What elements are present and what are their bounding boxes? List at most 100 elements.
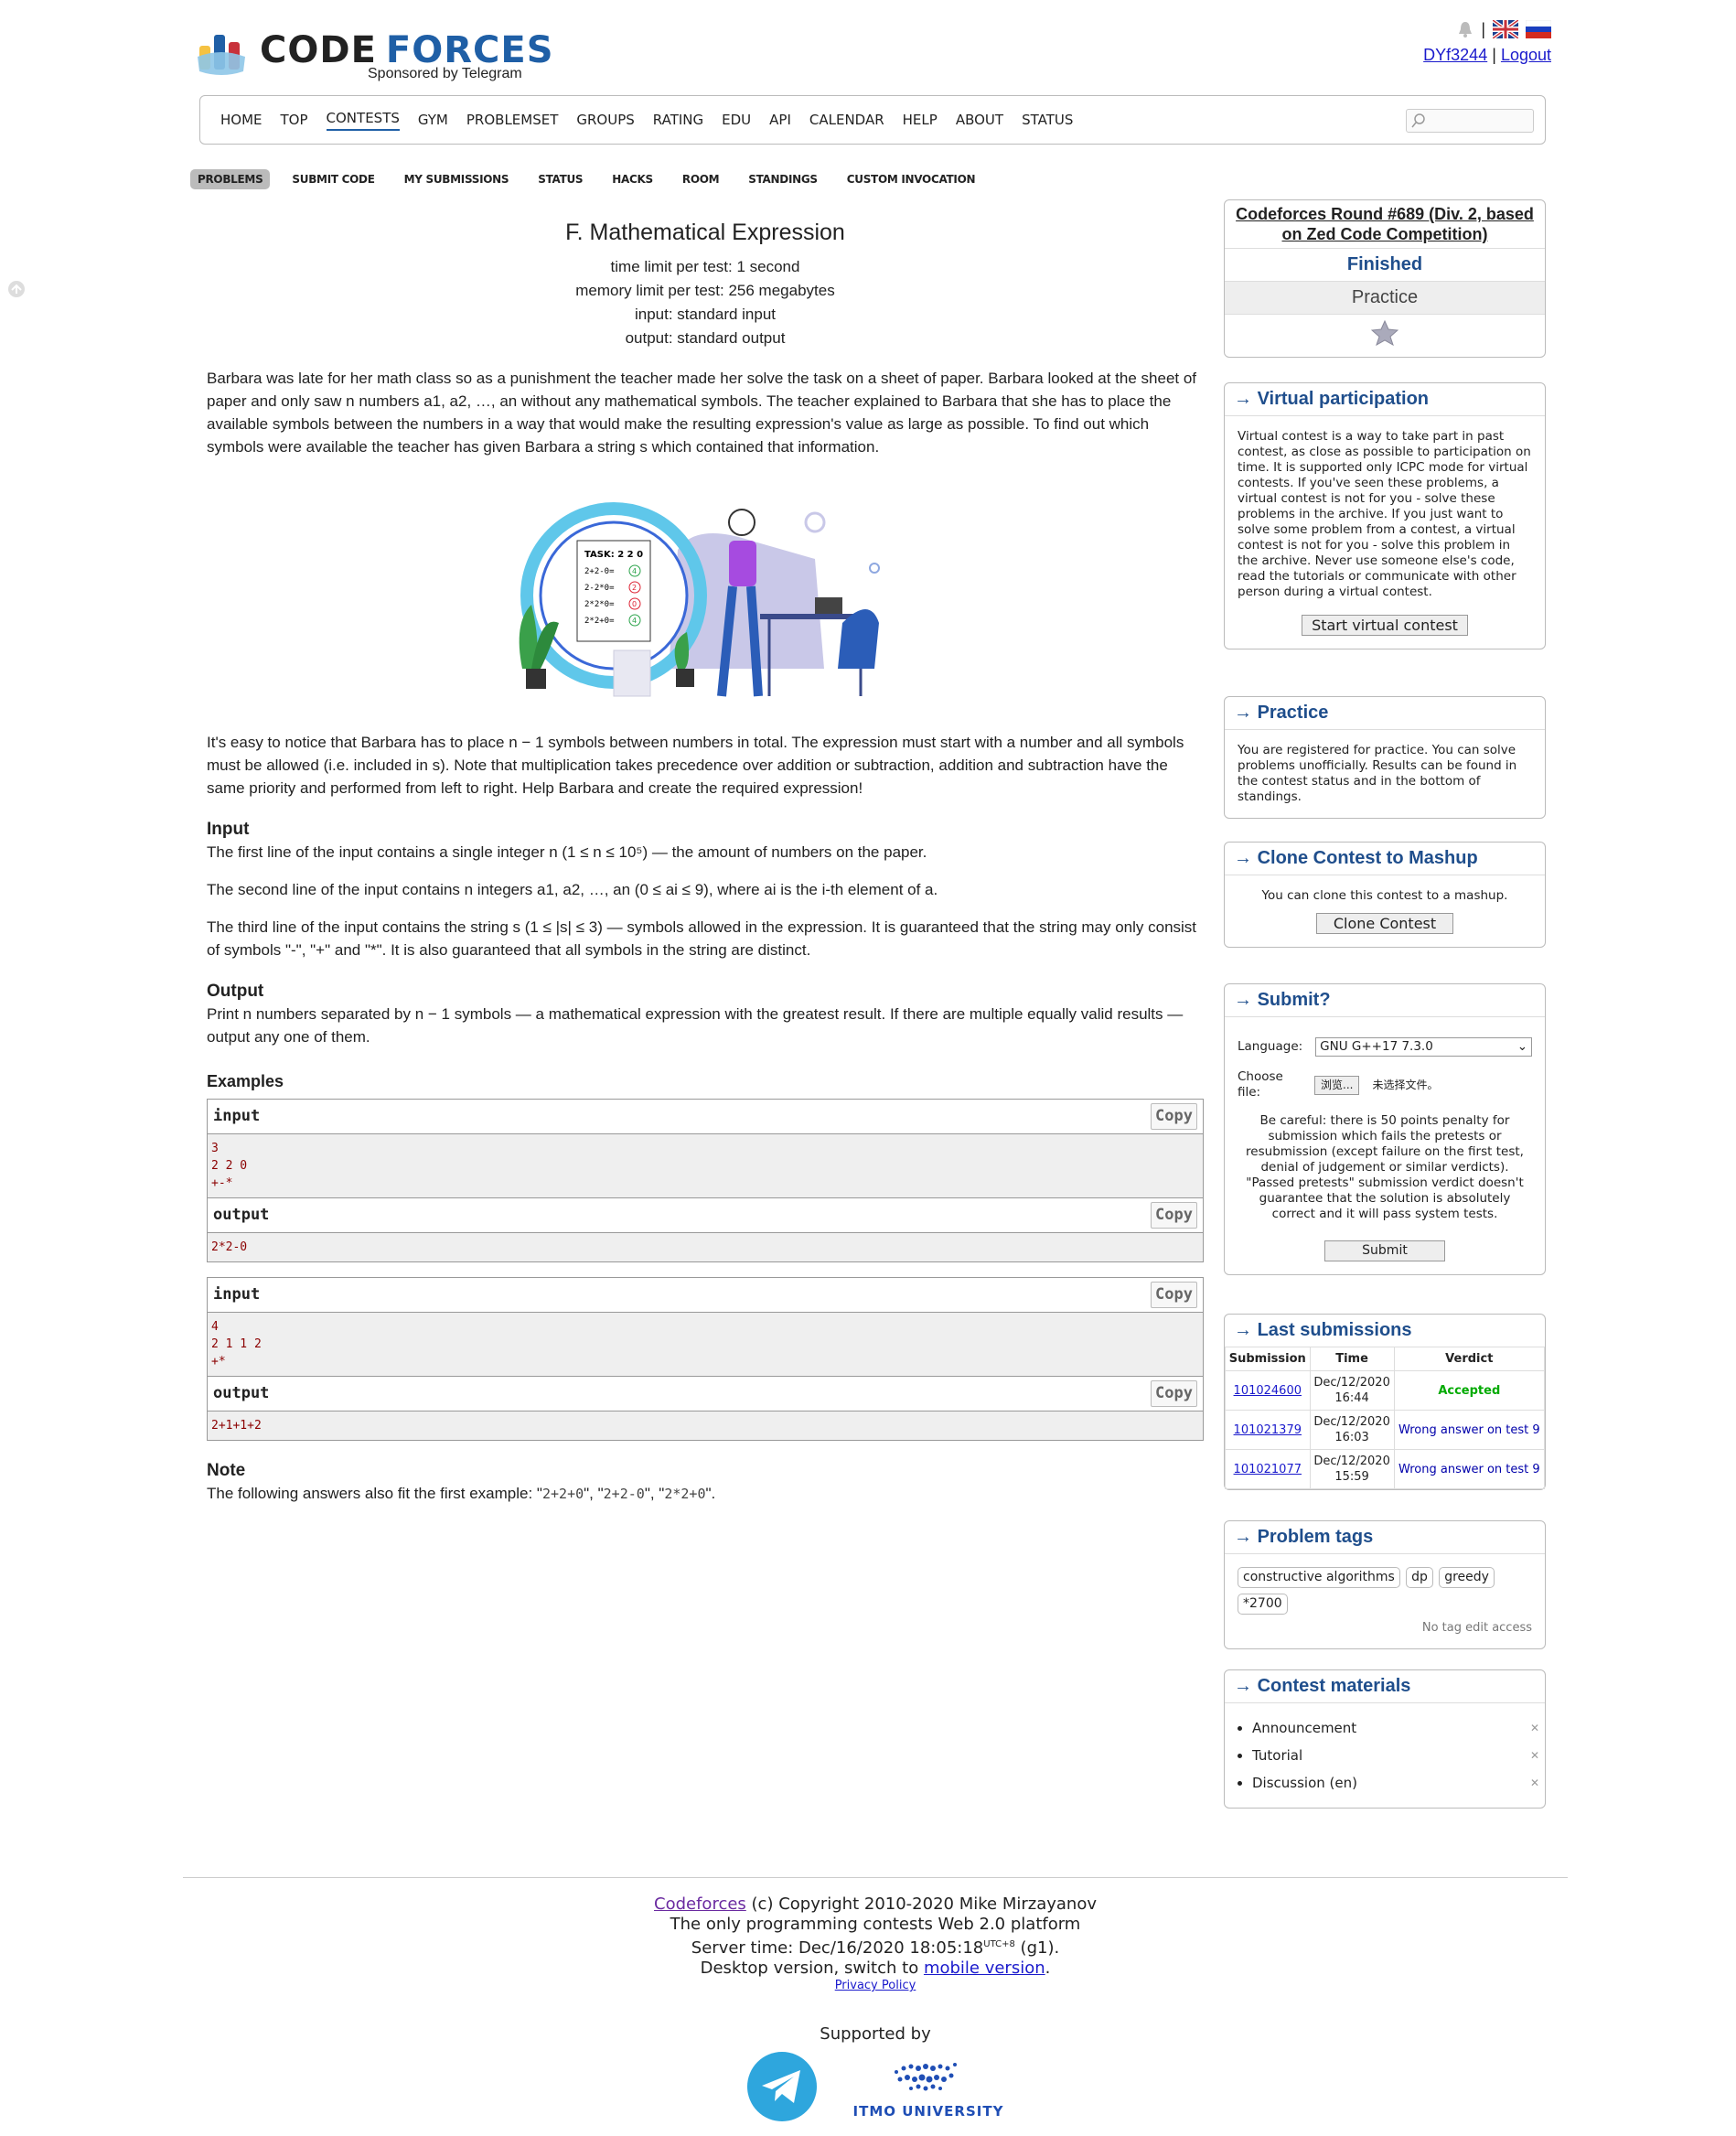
copy-button[interactable]: Copy [1151,1380,1197,1407]
submenu-room[interactable]: ROOM [675,169,726,189]
tag-greedy[interactable]: greedy [1439,1567,1495,1588]
menu-calendar[interactable]: CALENDAR [809,112,884,128]
chevron-down-icon: ⌄ [1516,1039,1527,1054]
example-output: 2*2-0 [208,1233,1203,1261]
virtual-participation-box: → Virtual participation Virtual contest … [1224,382,1546,649]
legend-paragraph-1: Barbara was late for her math class so a… [207,370,1197,456]
submenu-status[interactable]: STATUS [530,169,590,189]
tag-edit-note: No tag edit access [1421,1621,1532,1635]
logout-link[interactable]: Logout [1501,46,1551,64]
tag-difficulty[interactable]: *2700 [1238,1594,1288,1615]
example-output: 2+1+1+2 [208,1411,1203,1440]
round-name-link[interactable]: Codeforces Round #689 (Div. 2, based on … [1225,200,1545,248]
server-time: Server time: Dec/16/2020 18:05:18UTC+8 (… [691,1938,1060,1958]
search-icon [1411,113,1425,128]
bell-icon[interactable] [1457,20,1473,38]
close-icon: ✕ [1529,1722,1539,1734]
menu-edu[interactable]: EDU [722,112,751,128]
mobile-version-link[interactable]: mobile version [924,1959,1045,1978]
practice-caption: → Practice [1225,697,1545,730]
footer-codeforces-link[interactable]: Codeforces [654,1894,746,1914]
example-input: 4 2 1 1 2 +* [208,1313,1203,1377]
table-row: 101021077 Dec/12/2020 15:59 Wrong answer … [1225,1449,1546,1489]
legend-paragraph-2: It's easy to notice that Barbara has to … [207,734,1184,797]
material-item[interactable]: Discussion (en)✕ [1252,1775,1545,1791]
svg-text:2: 2 [632,584,637,592]
submit-button[interactable]: Submit [1324,1240,1445,1261]
footer: Codeforces (c) Copyright 2010-2020 Mike … [183,1877,1568,2121]
submission-link[interactable]: 101021077 [1234,1463,1302,1476]
svg-text:2*2+0=: 2*2+0= [584,617,615,626]
round-mode: Practice [1225,281,1545,314]
submenu-problems[interactable]: PROBLEMS [190,169,271,189]
example-2: input Copy 4 2 1 1 2 +* output Copy 2+1+1+… [207,1277,1204,1441]
menu-top[interactable]: TOP [281,112,308,128]
output-file: output: standard output [625,329,786,347]
main-menu: HOME TOP CONTESTS GYM PROBLEMSET GROUPS … [199,95,1546,145]
clone-contest-box: → Clone Contest to Mashup You can clone … [1224,842,1546,948]
submission-link[interactable]: 101024600 [1234,1384,1302,1398]
problem-statement: F. Mathematical Expression time limit pe… [207,210,1204,1506]
menu-home[interactable]: HOME [220,112,263,128]
practice-text: You are registered for practice. You can… [1238,743,1517,804]
menu-contests[interactable]: CONTESTS [326,110,400,131]
menu-api[interactable]: API [769,112,791,128]
start-virtual-contest-button[interactable]: Start virtual contest [1302,615,1468,636]
copy-button[interactable]: Copy [1151,1202,1197,1229]
english-flag-icon[interactable] [1493,20,1518,38]
star-icon[interactable] [1370,319,1399,347]
footer-tagline: The only programming contests Web 2.0 pl… [670,1915,1081,1934]
menu-help[interactable]: HELP [903,112,938,128]
copy-button[interactable]: Copy [1151,1103,1197,1130]
submenu-submit-code[interactable]: SUBMIT CODE [284,169,381,189]
menu-groups[interactable]: GROUPS [576,112,634,128]
example-output-label: output [213,1206,270,1224]
menu-rating[interactable]: RATING [653,112,703,128]
username-link[interactable]: DYf3244 [1423,46,1487,64]
submenu-standings[interactable]: STANDINGS [741,169,825,189]
codeforces-logo[interactable]: CODE FORCES Sponsored by Telegram [198,26,553,90]
submission-link[interactable]: 101021379 [1234,1423,1302,1437]
menu-problemset[interactable]: PROBLEMSET [466,112,559,128]
illustration-task: TASK: 2 2 0 [584,550,643,560]
tag-dp[interactable]: dp [1406,1567,1433,1588]
clone-text: You can clone this contest to a mashup. [1261,888,1508,903]
material-item[interactable]: Tutorial✕ [1252,1747,1545,1764]
round-status: Finished [1225,248,1545,281]
output-section-title: Output [207,982,264,1001]
tag-constructive-algorithms[interactable]: constructive algorithms [1238,1567,1400,1588]
menu-status[interactable]: STATUS [1022,112,1073,128]
submenu-hacks[interactable]: HACKS [605,169,660,189]
search-input[interactable] [1406,109,1534,133]
memory-limit: memory limit per test: 256 megabytes [575,282,835,299]
scroll-top-icon[interactable] [7,280,26,298]
note-section-title: Note [207,1461,246,1480]
file-label: Choose file: [1238,1069,1283,1100]
menu-gym[interactable]: GYM [418,112,448,128]
logo-mark-icon [198,35,245,75]
submenu-custom-invocation[interactable]: CUSTOM INVOCATION [840,169,982,189]
time-limit: time limit per test: 1 second [610,258,800,275]
problem-title: F. Mathematical Expression [565,220,845,245]
problem-tags-box: → Problem tags constructive algorithms d… [1224,1520,1546,1649]
clone-contest-button[interactable]: Clone Contest [1315,913,1454,934]
copy-button[interactable]: Copy [1151,1282,1197,1308]
russian-flag-icon[interactable] [1526,20,1551,38]
table-row: 101021379 Dec/12/2020 16:03 Wrong answer … [1225,1410,1546,1450]
menu-about[interactable]: ABOUT [956,112,1003,128]
language-select[interactable]: GNU G++17 7.3.0 ⌄ [1315,1037,1532,1057]
last-submissions-caption: → Last submissions [1234,1320,1412,1340]
itmo-logo[interactable]: ITMO UNIVERSITY [853,2055,1004,2121]
example-input: 3 2 2 0 +-* [208,1134,1203,1198]
language-label: Language: [1238,1039,1303,1054]
note-paragraph: The following answers also fit the first… [207,1485,716,1502]
privacy-policy-link[interactable]: Privacy Policy [835,1979,916,1992]
material-item[interactable]: Announcement✕ [1252,1720,1545,1736]
browse-file-button[interactable]: 浏览... [1314,1075,1360,1095]
itmo-dots-icon [894,2063,957,2091]
submenu-my-submissions[interactable]: MY SUBMISSIONS [397,169,517,189]
submit-box: → Submit? Language: GNU G++17 7.3.0 ⌄ Cho… [1224,983,1546,1275]
svg-text:2*2*0=: 2*2*0= [584,600,615,609]
telegram-logo-icon[interactable] [746,2052,817,2121]
verdict-accepted: Accepted [1393,1370,1546,1411]
